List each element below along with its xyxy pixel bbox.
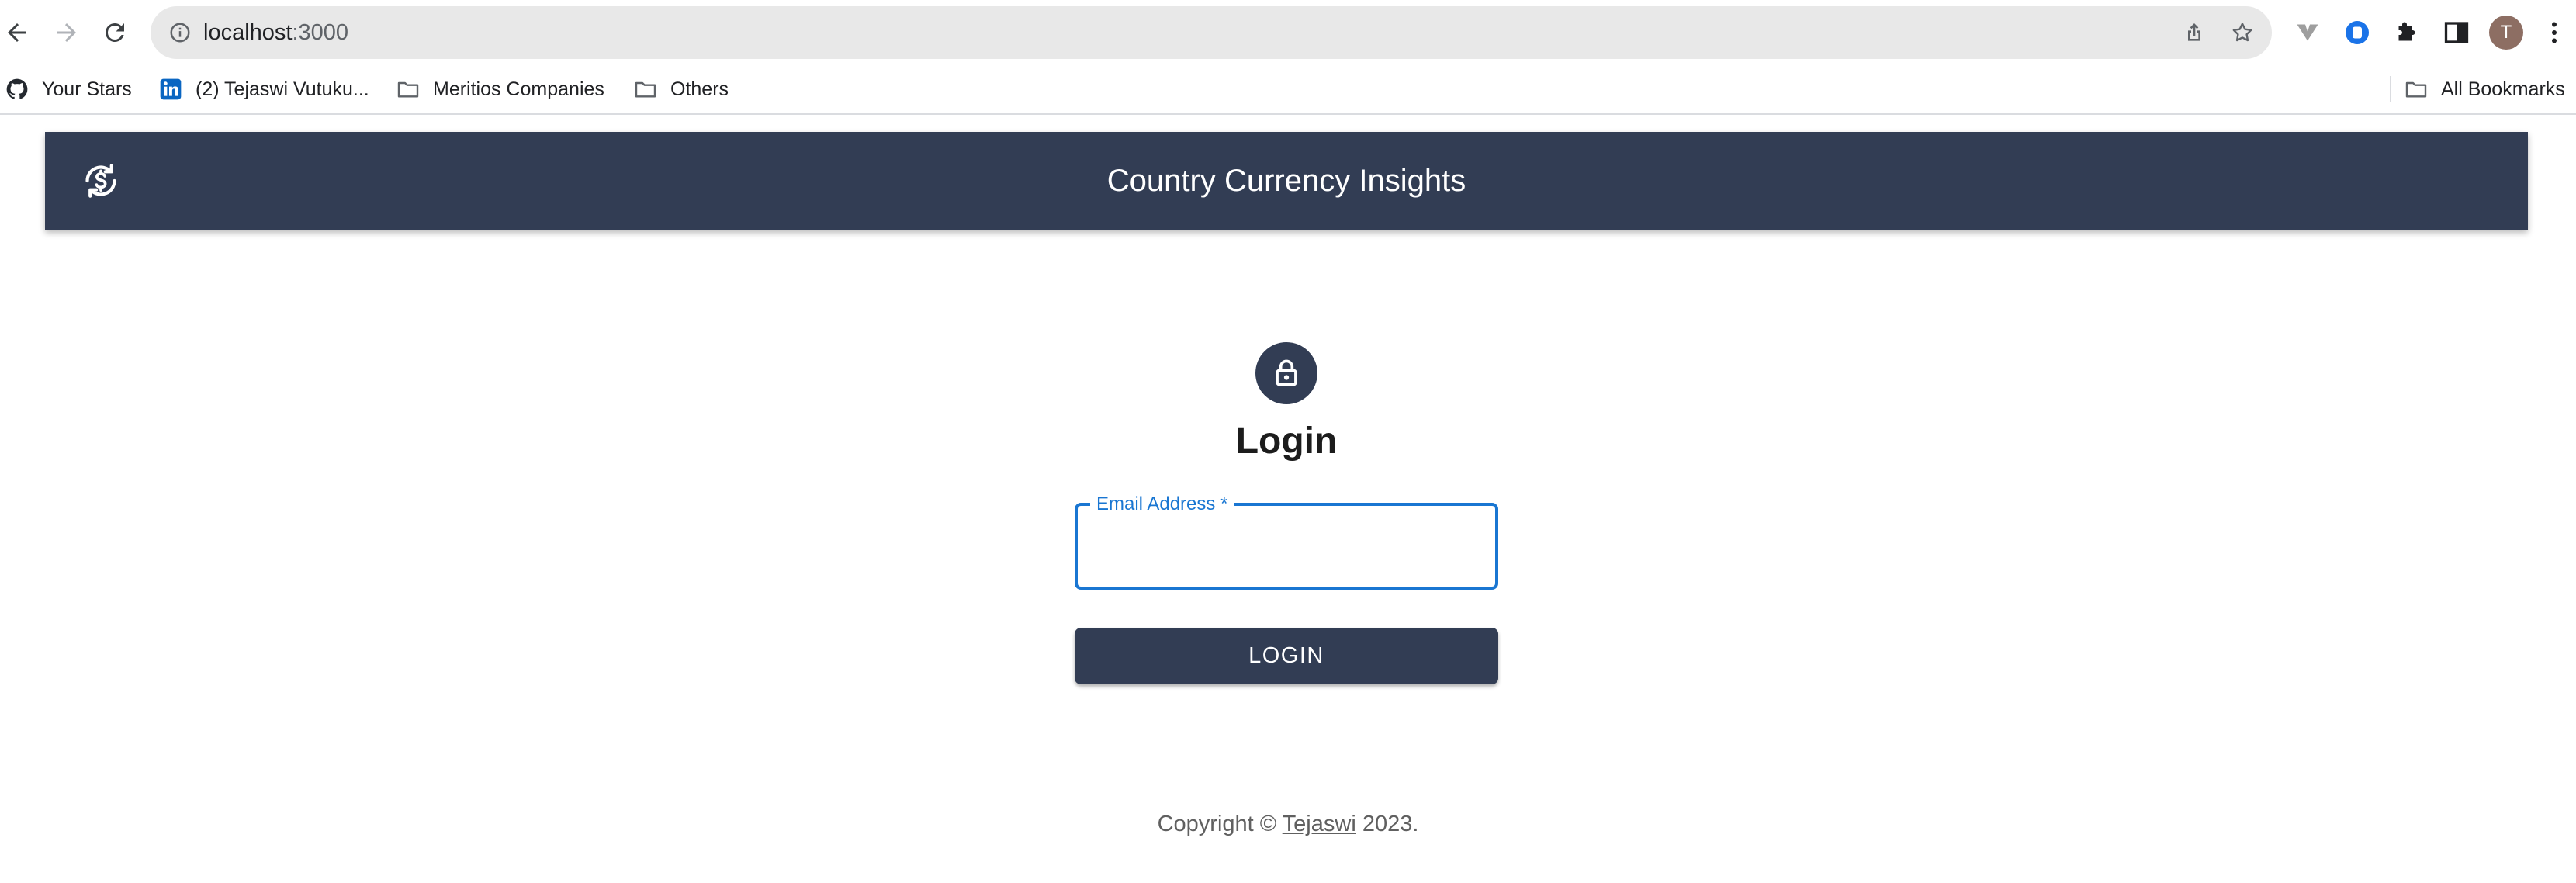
copyright-prefix: Copyright © xyxy=(1157,812,1283,836)
author-link[interactable]: Tejaswi xyxy=(1283,812,1356,836)
back-button[interactable] xyxy=(0,11,39,54)
lock-icon xyxy=(1276,359,1297,386)
app-title: Country Currency Insights xyxy=(1106,164,1466,198)
reload-button[interactable] xyxy=(93,11,137,54)
bookmark-your-stars[interactable]: Your Stars xyxy=(5,65,132,113)
copyright-footer: Copyright © Tejaswi 2023. xyxy=(0,807,2576,841)
site-info-icon[interactable] xyxy=(164,17,196,48)
bookmark-label: (2) Tejaswi Vutuku... xyxy=(196,78,369,100)
bookmark-folder-others[interactable]: Others xyxy=(633,65,729,113)
forward-button[interactable] xyxy=(45,11,88,54)
password-manager-extension-icon[interactable] xyxy=(2340,16,2374,50)
bookmark-label: Meritios Companies xyxy=(433,78,604,100)
bookmark-label: Your Stars xyxy=(42,78,132,100)
app-header: Country Currency Insights xyxy=(45,132,2528,230)
github-icon xyxy=(5,77,29,102)
vuetify-extension-icon[interactable] xyxy=(2290,16,2325,50)
extensions-puzzle-icon[interactable] xyxy=(2390,16,2424,50)
login-button[interactable]: LOGIN xyxy=(1075,628,1498,684)
bookmark-label: Others xyxy=(670,78,729,100)
copyright-suffix: 2023. xyxy=(1356,812,1419,836)
folder-icon xyxy=(633,77,658,102)
reload-icon xyxy=(105,23,124,42)
share-icon[interactable] xyxy=(2179,17,2210,48)
lock-avatar xyxy=(1255,342,1317,404)
side-panel-icon[interactable] xyxy=(2439,16,2474,50)
email-field-label: Email Address * xyxy=(1090,493,1234,515)
all-bookmarks-button[interactable]: All Bookmarks xyxy=(2404,65,2565,113)
folder-icon xyxy=(2404,77,2429,102)
linkedin-icon xyxy=(158,77,183,102)
bookmark-linkedin[interactable]: (2) Tejaswi Vutuku... xyxy=(158,65,369,113)
forward-arrow-icon xyxy=(57,23,76,42)
email-field[interactable]: Email Address * xyxy=(1075,493,1498,590)
profile-avatar[interactable]: T xyxy=(2489,16,2523,50)
folder-icon xyxy=(396,77,421,102)
all-bookmarks-label: All Bookmarks xyxy=(2441,78,2565,100)
url-host: localhost xyxy=(203,20,293,45)
back-arrow-icon xyxy=(8,23,26,42)
browser-toolbar: localhost:3000 T xyxy=(0,0,2576,65)
url-port: :3000 xyxy=(292,20,349,45)
url-text[interactable]: localhost:3000 xyxy=(203,6,348,59)
bookmark-folder-meritios[interactable]: Meritios Companies xyxy=(396,65,604,113)
bookmarks-bar: Your Stars (2) Tejaswi Vutuku... Meritio… xyxy=(0,65,2576,115)
bookmarks-divider xyxy=(2390,76,2391,102)
bookmark-star-icon[interactable] xyxy=(2227,17,2258,48)
email-input[interactable] xyxy=(1096,521,1477,571)
address-bar[interactable]: localhost:3000 xyxy=(151,6,2272,59)
login-heading: Login xyxy=(1235,421,1338,462)
browser-menu-kebab-icon[interactable] xyxy=(2537,16,2571,50)
